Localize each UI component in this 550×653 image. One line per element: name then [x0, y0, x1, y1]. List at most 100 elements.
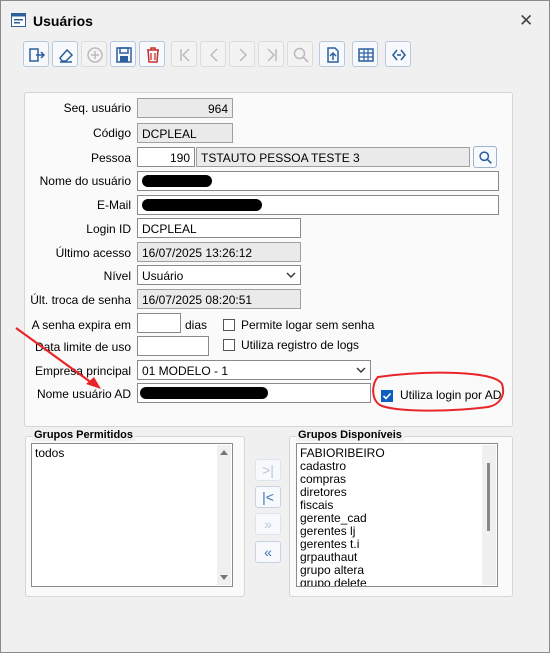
delete-button[interactable] [139, 41, 165, 67]
save-icon [116, 47, 132, 63]
move-right-one-button[interactable]: >| [255, 459, 281, 481]
exit-button[interactable] [23, 41, 49, 67]
save-button[interactable] [110, 41, 136, 67]
table-icon [358, 48, 374, 62]
app-window-icon [11, 13, 26, 27]
list-item[interactable]: gerente_cad [300, 511, 367, 525]
ultimo-acesso-label: Último acesso [55, 246, 131, 260]
search-icon [293, 47, 309, 63]
seq-field: 964 [137, 98, 233, 118]
grupos-permitidos-list[interactable]: todos [31, 443, 233, 587]
last-button[interactable] [258, 41, 284, 67]
nome-usuario-field[interactable] [137, 171, 499, 191]
utiliza-ad-checkbox[interactable] [381, 390, 393, 402]
empresa-label: Empresa principal [34, 364, 131, 378]
pessoa-code-field[interactable]: 190 [137, 147, 195, 167]
first-button[interactable] [171, 41, 197, 67]
grupos-permitidos-title: Grupos Permitidos [32, 429, 136, 441]
registro-logs-checkbox[interactable] [223, 339, 235, 351]
codigo-field: DCPLEAL [137, 123, 233, 143]
pessoa-label: Pessoa [90, 151, 131, 165]
list-item[interactable]: grupo delete [300, 576, 367, 586]
nome-usuario-label: Nome do usuário [39, 174, 131, 188]
nivel-select[interactable]: Usuário [137, 265, 301, 285]
grupos-disponiveis-title: Grupos Disponíveis [296, 429, 404, 441]
move-left-one-button[interactable]: |< [255, 486, 281, 508]
scroll-thumb[interactable] [487, 463, 490, 531]
registro-logs-label: Utiliza registro de logs [241, 338, 360, 352]
login-id-field[interactable]: DCPLEAL [137, 218, 301, 238]
senha-expira-field[interactable] [137, 313, 181, 333]
redaction-mark [140, 387, 268, 399]
export-button[interactable] [319, 41, 345, 67]
ultimo-acesso-field: 16/07/2025 13:26:12 [137, 242, 301, 262]
grupos-disponiveis-list[interactable]: FABIORIBEIRO cadastro compras diretores … [296, 443, 498, 587]
list-item[interactable]: grupo altera [300, 563, 364, 577]
window-title: Usuários [33, 13, 93, 29]
export-icon [327, 47, 339, 63]
list-item[interactable]: cadastro [300, 459, 346, 473]
close-icon[interactable]: ✕ [519, 11, 533, 31]
email-label: E-Mail [96, 198, 131, 212]
window: Usuários ✕ Seq. usuário 964 Código DCPLE… [0, 0, 550, 653]
dias-label: dias [185, 318, 208, 332]
list-item[interactable]: gerentes lj [300, 524, 355, 538]
list-item[interactable]: gerentes t.i [300, 537, 359, 551]
redaction-mark [142, 175, 212, 187]
scroll-up-icon[interactable] [220, 449, 228, 455]
delete-icon [147, 47, 159, 63]
senha-expira-label: A senha expira em [31, 318, 131, 332]
list-item[interactable]: fiscais [300, 498, 333, 512]
nome-ad-label: Nome usuário AD [36, 387, 131, 401]
move-left-all-button[interactable]: « [255, 541, 281, 563]
nome-ad-field[interactable] [137, 383, 371, 403]
add-button[interactable] [81, 41, 107, 67]
eraser-icon [59, 48, 74, 63]
vertical-scrollbar[interactable] [217, 445, 231, 585]
next-button[interactable] [229, 41, 255, 67]
move-right-all-button[interactable]: » [255, 513, 281, 535]
add-icon [87, 47, 103, 63]
nivel-value: Usuário [142, 269, 184, 283]
redaction-mark [142, 199, 262, 211]
exit-icon [29, 48, 46, 62]
email-field[interactable] [137, 195, 499, 215]
vertical-scrollbar[interactable] [482, 445, 496, 585]
search-button[interactable] [287, 41, 313, 67]
codigo-label: Código [92, 126, 131, 140]
utiliza-ad-label: Utiliza login por AD [400, 388, 502, 402]
permite-sem-senha-label: Permite logar sem senha [241, 318, 375, 332]
list-item[interactable]: todos [35, 446, 64, 460]
nivel-label: Nível [103, 269, 131, 283]
prev-icon [209, 48, 218, 62]
troca-senha-field: 16/07/2025 08:20:51 [137, 289, 301, 309]
data-limite-field[interactable] [137, 336, 209, 356]
empresa-select[interactable]: 01 MODELO - 1 [137, 360, 371, 380]
pessoa-name-field: TSTAUTO PESSOA TESTE 3 [196, 147, 470, 167]
table-button[interactable] [352, 41, 378, 67]
empresa-value: 01 MODELO - 1 [142, 364, 229, 378]
login-id-label: Login ID [86, 222, 131, 236]
scroll-down-icon[interactable] [220, 575, 228, 581]
clear-button[interactable] [52, 41, 78, 67]
title-bar: Usuários ✕ [1, 1, 549, 39]
chevron-down-icon [286, 272, 296, 278]
data-limite-label: Data limite de uso [34, 340, 131, 354]
permite-sem-senha-checkbox[interactable] [223, 319, 235, 331]
prev-button[interactable] [200, 41, 226, 67]
list-item[interactable]: grpauthaut [300, 550, 357, 564]
next-icon [239, 48, 248, 62]
chevron-down-icon [356, 367, 366, 373]
toolbar [21, 41, 441, 69]
sync-button[interactable] [385, 41, 411, 67]
troca-senha-label: Últ. troca de senha [30, 293, 131, 307]
sync-icon [391, 49, 407, 61]
seq-label: Seq. usuário [63, 101, 131, 115]
list-item[interactable]: FABIORIBEIRO [300, 446, 385, 460]
list-item[interactable]: compras [300, 472, 346, 486]
search-icon [479, 151, 492, 164]
check-icon [382, 392, 392, 400]
last-icon [267, 48, 277, 62]
list-item[interactable]: diretores [300, 485, 347, 499]
pessoa-search-button[interactable] [473, 146, 497, 168]
